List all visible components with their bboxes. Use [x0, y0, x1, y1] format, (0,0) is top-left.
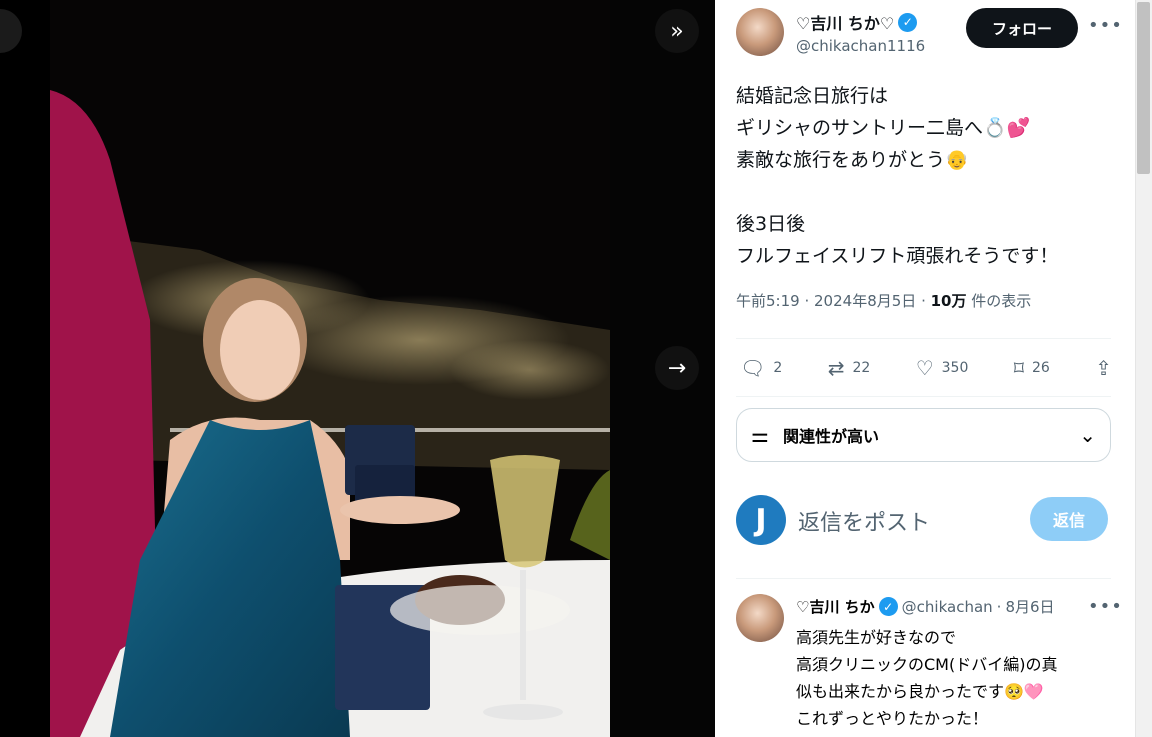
- scrollbar-thumb[interactable]: [1137, 2, 1150, 174]
- bookmark-action[interactable]: ⌑ 26: [1014, 356, 1050, 380]
- bookmark-count: 26: [1032, 360, 1050, 376]
- more-horizontal-icon[interactable]: •••: [1088, 15, 1123, 36]
- author-name[interactable]: ♡吉川 ちか♡: [796, 10, 894, 34]
- sort-replies-dropdown[interactable]: ⚌ 関連性が高い ⌄: [736, 408, 1111, 462]
- meta-separator: ·: [921, 292, 931, 310]
- retweet-icon: ⇄: [827, 356, 845, 380]
- photo-illustration: [50, 0, 610, 737]
- sort-label: 関連性が高い: [782, 427, 879, 446]
- reply-icon: 🗨: [740, 356, 766, 380]
- reply-date[interactable]: 8月6日: [1005, 596, 1054, 617]
- chevron-down-icon: ⌄: [1079, 423, 1096, 447]
- divider: [736, 578, 1111, 579]
- verified-badge-icon: ✓: [878, 597, 898, 616]
- next-image-button[interactable]: →: [655, 346, 699, 390]
- like-action[interactable]: ♡ 350: [916, 356, 969, 380]
- divider: [736, 338, 1111, 339]
- user-avatar[interactable]: J: [736, 495, 786, 545]
- author-name-row[interactable]: ♡吉川 ちか♡ ✓: [796, 10, 918, 34]
- views-count: 10万: [930, 292, 967, 310]
- reply-author-name[interactable]: ♡吉川 ちか: [796, 596, 875, 617]
- author-handle[interactable]: @chikachan1116: [796, 37, 925, 55]
- heart-icon: ♡: [915, 356, 934, 380]
- tweet-text: 結婚記念日旅行は ギリシャのサントリー二島へ💍💕 素敵な旅行をありがとう👴 後3…: [736, 85, 1059, 267]
- reply-header: ♡吉川 ちか ✓ @chikachan · 8月6日: [796, 596, 1055, 617]
- follow-button[interactable]: フォロー: [966, 8, 1078, 48]
- tweet-viewer: » → ♡吉川 ちか♡ ✓ @chikachan1116 フォロー ••• 結婚…: [0, 0, 1152, 737]
- reply-composer: J 返信をポスト 返信: [736, 495, 1111, 545]
- bookmark-icon: ⌑: [1013, 356, 1025, 380]
- reply-action[interactable]: 🗨 2: [740, 356, 782, 380]
- share-action[interactable]: ⇪: [1095, 356, 1112, 380]
- verified-badge-icon: ✓: [898, 12, 918, 32]
- tweet-meta: 午前5:19 · 2024年8月5日 · 10万 件の表示: [736, 290, 1031, 311]
- reply-author-handle[interactable]: @chikachan: [902, 598, 993, 616]
- reply-input[interactable]: 返信をポスト: [798, 505, 930, 537]
- sliders-icon: ⚌: [751, 423, 769, 447]
- author-avatar[interactable]: [736, 8, 784, 56]
- media-viewer: » →: [0, 0, 715, 737]
- more-horizontal-icon[interactable]: •••: [1088, 596, 1123, 617]
- divider: [736, 396, 1111, 397]
- reply-button[interactable]: 返信: [1030, 497, 1108, 541]
- tweet-actions: 🗨 2 ⇄ 22 ♡ 350 ⌑ 26 ⇪: [740, 352, 1112, 384]
- views-label: 件の表示: [971, 292, 1032, 310]
- reply-text: 高須先生が好きなので 高須クリニックのCM(ドバイ編)の真 似も出来たから良かっ…: [796, 628, 1058, 728]
- like-count: 350: [941, 360, 969, 376]
- expand-sidebar-button[interactable]: »: [655, 9, 699, 53]
- tweet-time[interactable]: 午前5:19: [736, 292, 800, 310]
- share-icon: ⇪: [1095, 356, 1112, 380]
- tweet-photo[interactable]: [50, 0, 610, 737]
- arrow-right-icon: →: [667, 355, 687, 381]
- meta-separator: ·: [804, 292, 815, 310]
- close-button[interactable]: [0, 9, 22, 53]
- retweet-count: 22: [852, 360, 871, 376]
- retweet-action[interactable]: ⇄ 22: [828, 356, 871, 380]
- tweet-date[interactable]: 2024年8月5日: [814, 292, 916, 310]
- reply-author-avatar[interactable]: [736, 594, 784, 642]
- reply-count: 2: [773, 360, 783, 376]
- meta-separator: ·: [996, 597, 1002, 616]
- double-chevron-right-icon: »: [670, 18, 684, 44]
